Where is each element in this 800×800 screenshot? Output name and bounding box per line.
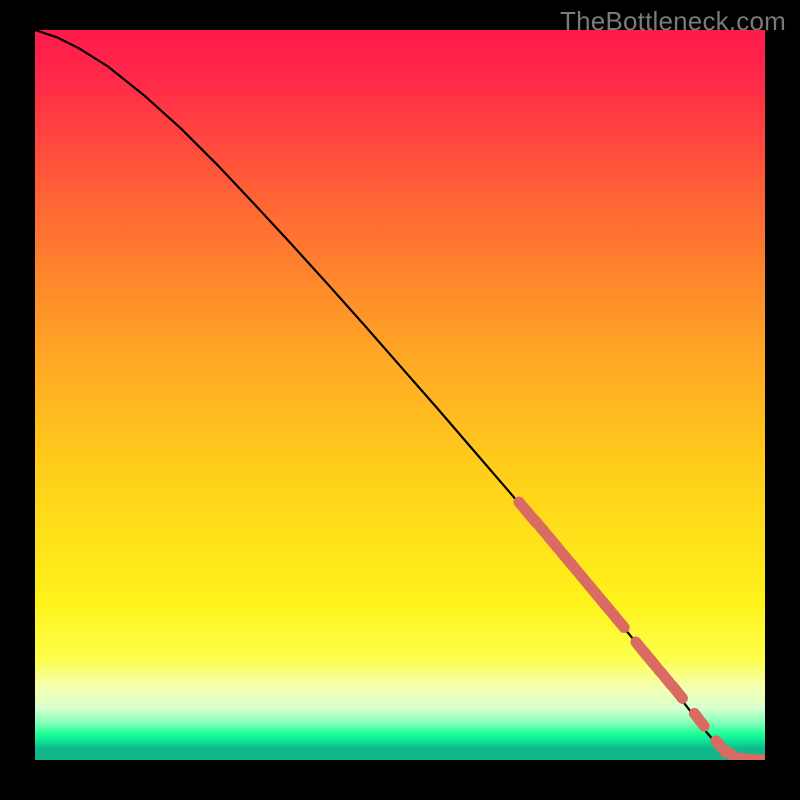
watermark-text: TheBottleneck.com [560, 6, 786, 37]
gradient-background [35, 30, 765, 760]
marker-dash [672, 686, 682, 699]
chart-svg [35, 30, 765, 760]
plot-area [35, 30, 765, 760]
marker-dash [694, 714, 704, 727]
chart-stage: TheBottleneck.com [0, 0, 800, 800]
